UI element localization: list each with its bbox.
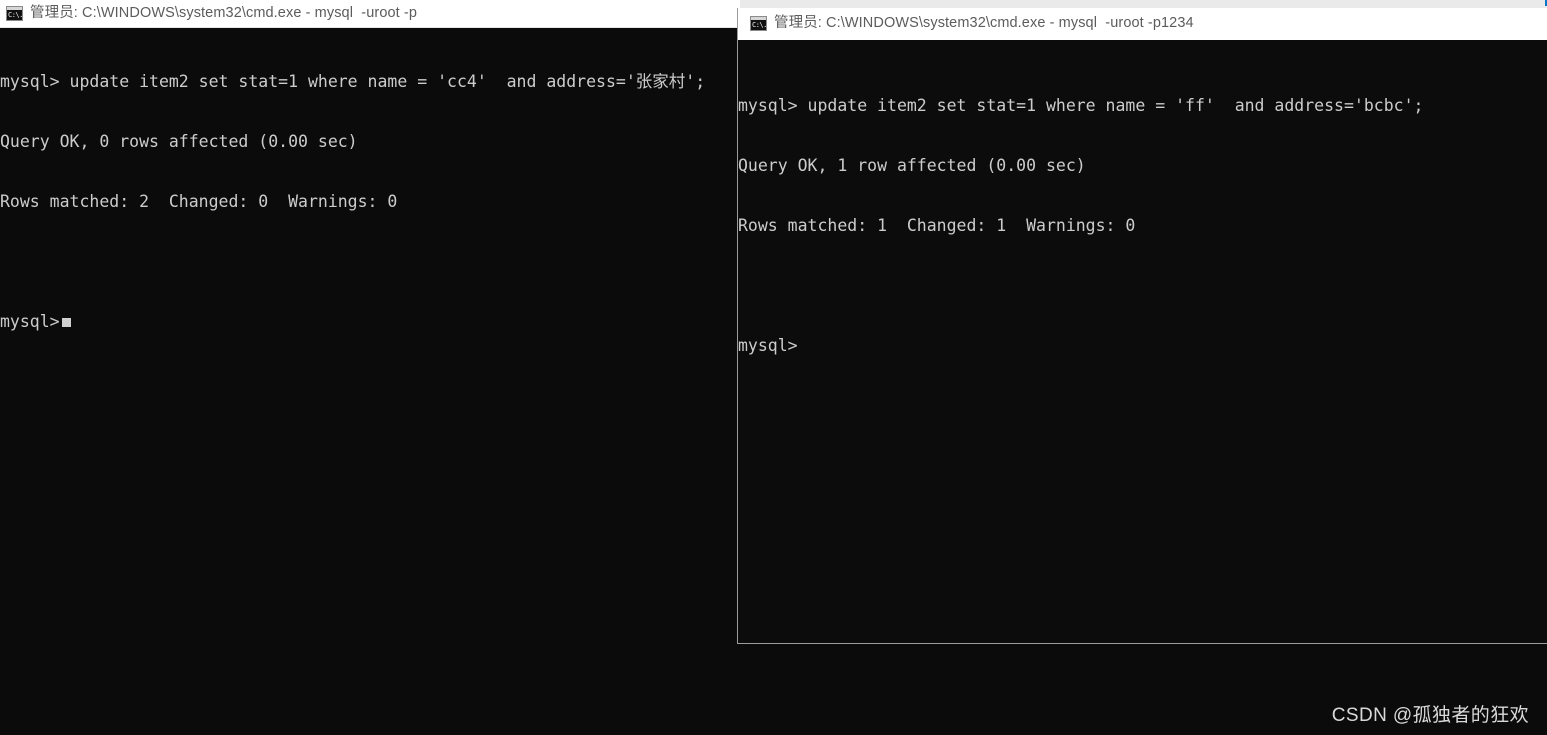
console-line: Query OK, 1 row affected (0.00 sec) [738,156,1086,175]
console-line: Rows matched: 1 Changed: 1 Warnings: 0 [738,216,1136,235]
text-cursor [61,318,71,327]
console-line: mysql> update item2 set stat=1 where nam… [0,72,706,91]
cmd-console-icon-glyph: C:\. [751,20,766,30]
cmd-console-icon: C:\. [6,6,23,21]
console-line: Query OK, 0 rows affected (0.00 sec) [0,132,358,151]
console-prompt: mysql> [0,312,60,331]
title-bar-text-front: 管理员: C:\WINDOWS\system32\cmd.exe - mysql… [774,15,1194,32]
title-bar-front[interactable]: C:\. 管理员: C:\WINDOWS\system32\cmd.exe - … [738,8,1547,40]
console-window-front[interactable]: C:\. 管理员: C:\WINDOWS\system32\cmd.exe - … [737,8,1547,644]
csdn-watermark: CSDN @孤独者的狂欢 [1331,705,1529,726]
console-line: mysql> update item2 set stat=1 where nam… [738,96,1424,115]
title-bar-text-back: 管理员: C:\WINDOWS\system32\cmd.exe - mysql… [30,5,417,22]
console-prompt-line: mysql> [738,336,798,355]
cmd-console-icon-glyph: C:\. [7,10,22,20]
title-bar-back[interactable]: C:\. 管理员: C:\WINDOWS\system32\cmd.exe - … [0,0,740,28]
console-output-front[interactable]: mysql> update item2 set stat=1 where nam… [738,40,1547,643]
cmd-console-icon: C:\. [750,16,767,31]
console-prompt-line: mysql> [0,312,740,332]
console-output-back[interactable]: mysql> update item2 set stat=1 where nam… [0,28,740,735]
console-window-back[interactable]: C:\. 管理员: C:\WINDOWS\system32\cmd.exe - … [0,0,740,735]
console-line: Rows matched: 2 Changed: 0 Warnings: 0 [0,192,398,211]
